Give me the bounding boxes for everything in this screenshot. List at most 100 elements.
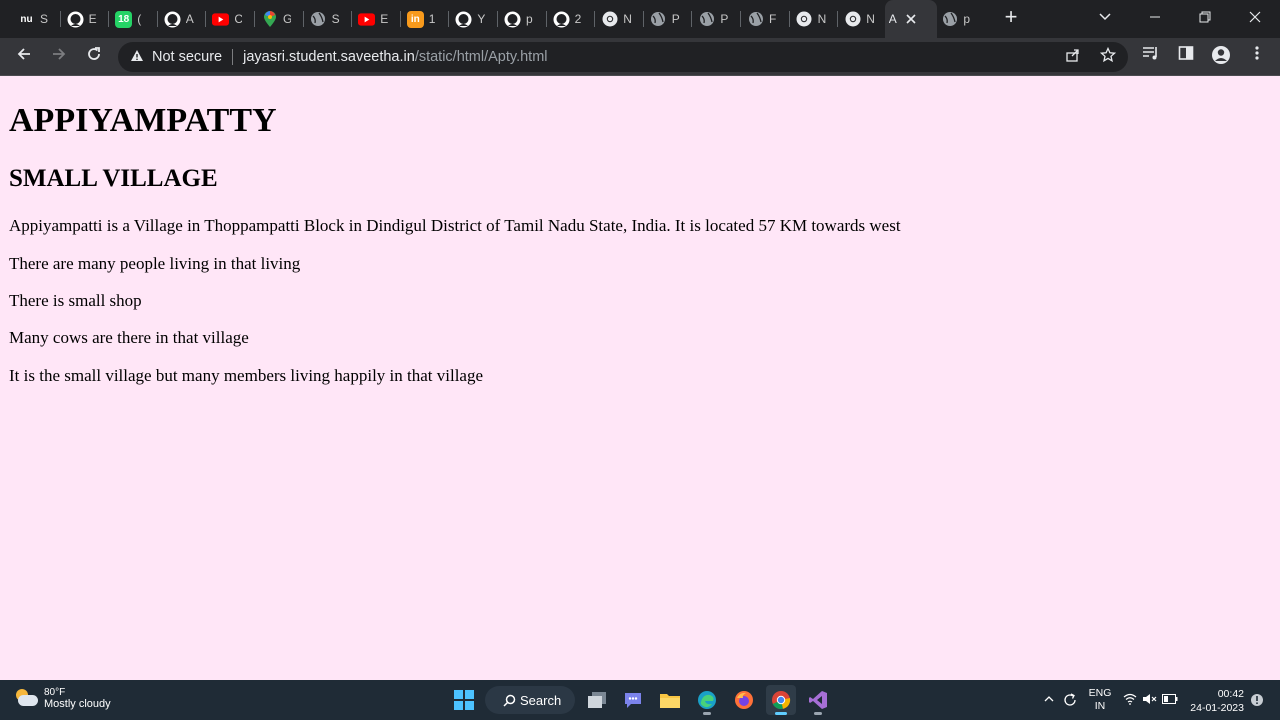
tab-title: N (623, 12, 632, 26)
browser-tab[interactable]: P (694, 4, 738, 34)
omnibox-divider (232, 49, 234, 65)
new-tab-button[interactable]: + (1000, 6, 1022, 30)
tab-title: G (283, 12, 291, 26)
tab-title: Y (477, 12, 486, 26)
side-panel-icon[interactable] (1174, 45, 1198, 69)
globe-icon (747, 11, 764, 28)
restore-button[interactable] (1190, 6, 1220, 30)
firefox-button[interactable] (729, 685, 759, 715)
notification-icon[interactable] (1250, 693, 1264, 710)
restore-icon (1199, 11, 1211, 23)
browser-tab[interactable]: A (884, 0, 937, 38)
globe-icon (650, 11, 667, 28)
browser-tab[interactable]: F (743, 4, 787, 34)
browser-toolbar: Not secure jayasri.student.saveetha.in/s… (0, 38, 1280, 76)
system-clock[interactable]: 00:42 24-01-2023 (1186, 687, 1244, 715)
browser-tab[interactable]: C (208, 4, 252, 34)
volume-muted-icon[interactable] (1142, 693, 1157, 708)
reload-button[interactable] (82, 45, 106, 69)
browser-tab[interactable]: P (646, 4, 690, 34)
globe-icon (941, 11, 958, 28)
tab-search-button[interactable] (1090, 6, 1120, 30)
tab-separator (448, 11, 450, 27)
address-bar[interactable]: Not secure jayasri.student.saveetha.in/s… (118, 42, 1128, 72)
tab-separator (205, 11, 207, 27)
chevron-up-icon (1044, 696, 1054, 702)
browser-tab[interactable]: G (257, 4, 301, 34)
teams-chat-button[interactable] (618, 685, 648, 715)
browser-tab[interactable]: E (354, 4, 398, 34)
weather-desc: Mostly cloudy (44, 698, 111, 710)
arrow-left-icon (17, 48, 30, 60)
tab-separator (156, 11, 158, 27)
browser-tab[interactable]: 2 (549, 4, 593, 34)
browser-tab[interactable]: A (160, 4, 204, 34)
media-control-icon[interactable] (1139, 45, 1163, 69)
browser-tab[interactable]: S (306, 4, 350, 34)
browser-tab[interactable]: N (597, 4, 641, 34)
back-button[interactable] (12, 45, 36, 69)
bookmark-star-icon[interactable] (1097, 46, 1119, 67)
chrome-icon (844, 11, 861, 28)
language-indicator[interactable]: ENG IN (1087, 687, 1113, 713)
paragraph: There are many people living in that liv… (9, 254, 301, 273)
tab-title: A (185, 12, 194, 26)
tab-separator (59, 11, 61, 27)
browser-tab[interactable]: E (63, 4, 107, 34)
task-view-button[interactable] (582, 685, 612, 715)
browser-tab[interactable]: N (840, 4, 884, 34)
minimize-button[interactable] (1140, 6, 1170, 30)
paragraph: Many cows are there in that village (9, 328, 249, 347)
chrome-icon (601, 11, 618, 28)
tab-title: ( (137, 12, 142, 26)
paragraph: It is the small village but many members… (9, 366, 484, 385)
weather-widget[interactable]: 80°F Mostly cloudy (14, 687, 111, 710)
browser-tab[interactable]: in 1 (403, 4, 447, 34)
tab-separator (691, 11, 693, 27)
tab-title: S (40, 12, 48, 26)
forward-button[interactable] (47, 45, 71, 69)
tab-title: P (720, 12, 729, 26)
paragraph: There is small shop (9, 291, 142, 310)
chrome-icon (772, 691, 791, 710)
taskbar-search[interactable]: Search (485, 686, 575, 714)
battery-icon[interactable] (1162, 694, 1178, 707)
not-secure-label[interactable]: Not secure (152, 49, 222, 65)
visual-studio-button[interactable] (803, 685, 833, 715)
tab-separator (108, 11, 110, 27)
tab-title: p (526, 12, 533, 26)
share-icon[interactable] (1062, 47, 1084, 67)
close-window-button[interactable] (1240, 6, 1270, 30)
visual-studio-icon (809, 691, 827, 709)
clock-date: 24-01-2023 (1190, 702, 1244, 714)
warning-icon[interactable] (130, 49, 144, 65)
tab-title: N (817, 12, 826, 26)
tab-title: 2 (574, 12, 582, 26)
tab-close-icon[interactable] (906, 11, 916, 28)
browser-tab[interactable]: p (500, 4, 544, 34)
start-button[interactable] (449, 685, 479, 715)
browser-tab[interactable]: Y (451, 4, 495, 34)
github-icon (164, 11, 181, 28)
sync-icon[interactable] (1062, 692, 1078, 711)
partly-cloudy-icon (14, 688, 38, 709)
chrome-icon (796, 11, 813, 28)
browser-tab[interactable]: N (792, 4, 836, 34)
browser-tab[interactable]: nu S (14, 4, 58, 34)
globe-icon (310, 11, 327, 28)
chrome-button[interactable] (766, 685, 796, 715)
kebab-menu-icon[interactable] (1245, 45, 1269, 69)
windows-logo-icon (454, 690, 474, 710)
browser-tab[interactable]: p (937, 4, 981, 34)
firefox-icon (735, 691, 753, 709)
task-view-icon (588, 692, 606, 708)
wifi-icon[interactable] (1123, 693, 1137, 708)
show-hidden-icons-button[interactable] (1043, 693, 1055, 708)
minimize-icon (1150, 16, 1160, 18)
file-explorer-button[interactable] (655, 685, 685, 715)
tab-separator (740, 11, 741, 27)
edge-button[interactable] (692, 685, 722, 715)
browser-tab[interactable]: 18 ( (111, 4, 155, 34)
page-heading: APPIYAMPATTY (9, 102, 277, 139)
profile-avatar-icon[interactable] (1209, 45, 1233, 69)
